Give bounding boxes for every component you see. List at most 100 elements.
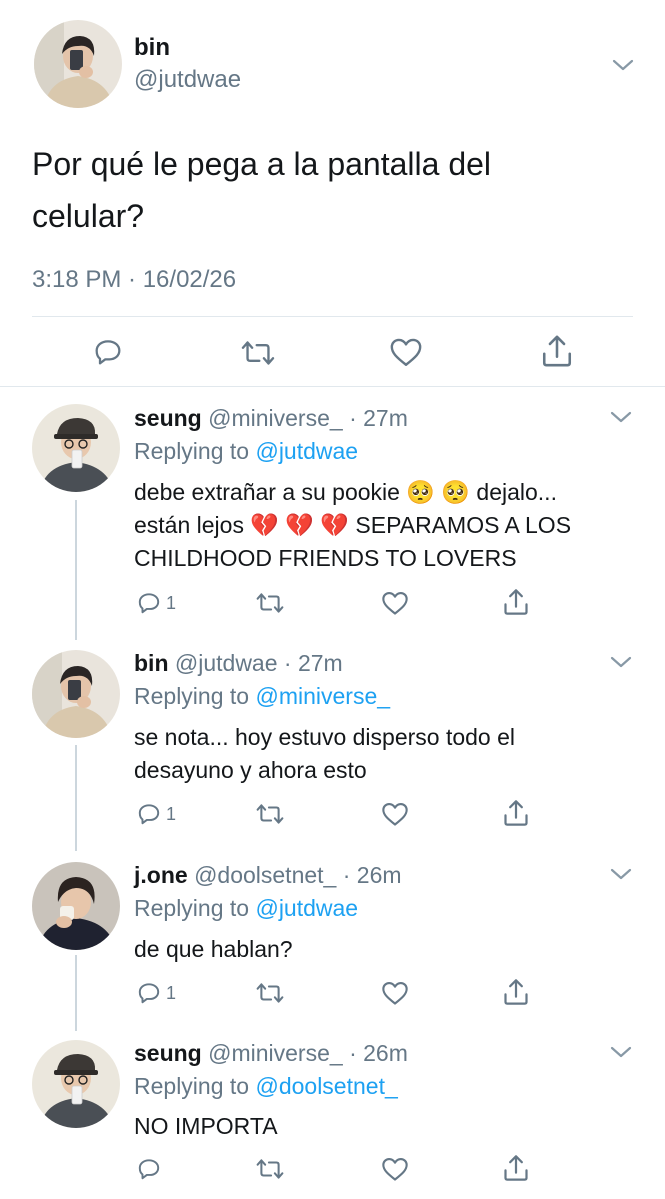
reply-button[interactable]: 1 bbox=[136, 590, 176, 616]
author-handle[interactable]: @jutdwae bbox=[134, 66, 241, 94]
like-button[interactable] bbox=[381, 590, 409, 616]
reply-icon bbox=[138, 1159, 160, 1180]
reply-header: seung @miniverse_ · 26m bbox=[134, 1038, 408, 1068]
share-icon bbox=[504, 589, 528, 615]
reply-time: · 26m bbox=[349, 1040, 408, 1066]
chevron-down-icon[interactable] bbox=[610, 655, 632, 669]
author-name[interactable]: j.one bbox=[134, 862, 188, 888]
divider bbox=[32, 316, 633, 317]
retweet-icon bbox=[256, 804, 284, 824]
replying-to-link[interactable]: @miniverse_ bbox=[255, 683, 390, 709]
reply-text: debe extrañar a su pookie 🥺 🥺 dejalo... … bbox=[134, 476, 634, 575]
like-icon bbox=[382, 982, 408, 1005]
replying-to-label: Replying to bbox=[134, 1073, 250, 1099]
thread-line bbox=[75, 745, 77, 851]
retweet-button[interactable] bbox=[256, 981, 284, 1005]
tweet-timestamp: 3:18 PM · 16/02/26 bbox=[32, 266, 237, 293]
like-icon bbox=[382, 1158, 408, 1181]
retweet-button[interactable] bbox=[241, 338, 275, 368]
like-icon bbox=[382, 803, 408, 826]
reply-text-line: debe extrañar a su pookie 🥺 🥺 dejalo... bbox=[134, 479, 557, 505]
retweet-icon bbox=[256, 983, 284, 1003]
reply-header: bin @jutdwae · 27m bbox=[134, 648, 343, 678]
retweet-icon bbox=[256, 593, 284, 613]
thread-line bbox=[75, 955, 77, 1031]
author-handle[interactable]: @miniverse_ bbox=[208, 1040, 343, 1066]
chevron-down-icon[interactable] bbox=[610, 867, 632, 881]
share-icon bbox=[504, 800, 528, 826]
reply-button[interactable] bbox=[92, 336, 124, 368]
retweet-icon bbox=[241, 341, 275, 365]
like-button[interactable] bbox=[381, 801, 409, 827]
chevron-down-icon[interactable] bbox=[610, 1045, 632, 1059]
author-handle[interactable]: @jutdwae bbox=[175, 650, 278, 676]
reply-icon bbox=[138, 593, 160, 614]
share-icon bbox=[504, 1155, 528, 1181]
replying-to-link[interactable]: @jutdwae bbox=[255, 438, 358, 464]
reply-text-line: están lejos 💔 💔 💔 SEPARAMOS A LOS bbox=[134, 512, 572, 538]
share-button[interactable] bbox=[503, 588, 529, 616]
reply-text-line: NO IMPORTA bbox=[134, 1113, 278, 1139]
reply-text-line: se nota... hoy estuvo disperso todo el bbox=[134, 724, 516, 750]
replying-to: Replying to @jutdwae bbox=[134, 893, 358, 923]
reply-time: · 26m bbox=[342, 862, 402, 888]
share-button[interactable] bbox=[541, 334, 573, 368]
reply-count: 1 bbox=[166, 592, 177, 613]
retweet-button[interactable] bbox=[256, 802, 284, 826]
thread-line bbox=[75, 500, 77, 640]
share-button[interactable] bbox=[503, 799, 529, 827]
reply-icon bbox=[95, 340, 121, 365]
retweet-icon bbox=[256, 1159, 284, 1179]
replying-to-label: Replying to bbox=[134, 895, 250, 921]
reply-time: · 27m bbox=[283, 650, 343, 676]
like-icon bbox=[382, 592, 408, 615]
replying-to-link[interactable]: @jutdwae bbox=[255, 895, 358, 921]
avatar[interactable] bbox=[32, 650, 120, 738]
reply-button[interactable]: 1 bbox=[136, 801, 176, 827]
author-name[interactable]: seung bbox=[134, 1040, 202, 1066]
reply-count: 1 bbox=[166, 982, 177, 1003]
chevron-down-icon[interactable] bbox=[610, 410, 632, 424]
reply-text-line: de que hablan? bbox=[134, 936, 293, 962]
reply-text: NO IMPORTA bbox=[134, 1110, 634, 1143]
reply-text: de que hablan? bbox=[134, 933, 634, 966]
reply-text: se nota... hoy estuvo disperso todo el d… bbox=[134, 721, 634, 787]
reply-button[interactable] bbox=[136, 1156, 166, 1182]
avatar[interactable] bbox=[34, 20, 122, 108]
like-button[interactable] bbox=[381, 1156, 409, 1182]
retweet-button[interactable] bbox=[256, 1157, 284, 1181]
like-icon bbox=[390, 338, 422, 366]
reply-text-line: desayuno y ahora esto bbox=[134, 757, 367, 783]
avatar[interactable] bbox=[32, 862, 120, 950]
replying-to-label: Replying to bbox=[134, 438, 250, 464]
author-name[interactable]: seung bbox=[134, 405, 202, 431]
like-button[interactable] bbox=[389, 336, 423, 368]
author-handle[interactable]: @doolsetnet_ bbox=[194, 862, 336, 888]
reply-count: 1 bbox=[166, 803, 177, 824]
reply-time: · 27m bbox=[349, 405, 408, 431]
share-icon bbox=[542, 335, 572, 367]
replying-to: Replying to @miniverse_ bbox=[134, 681, 390, 711]
reply-header: seung @miniverse_ · 27m bbox=[134, 403, 408, 433]
share-icon bbox=[504, 979, 528, 1005]
reply-button[interactable]: 1 bbox=[136, 980, 176, 1006]
avatar[interactable] bbox=[32, 404, 120, 492]
tweet-text: Por qué le pega a la pantalla del celula… bbox=[32, 146, 492, 234]
author-name[interactable]: bin bbox=[134, 34, 170, 62]
share-button[interactable] bbox=[503, 978, 529, 1006]
author-handle[interactable]: @miniverse_ bbox=[208, 405, 343, 431]
reply-text-line: CHILDHOOD FRIENDS TO LOVERS bbox=[134, 545, 517, 571]
avatar[interactable] bbox=[32, 1040, 120, 1128]
reply-header: j.one @doolsetnet_ · 26m bbox=[134, 860, 402, 890]
retweet-button[interactable] bbox=[256, 591, 284, 615]
reply-icon bbox=[138, 804, 160, 825]
chevron-down-icon[interactable] bbox=[612, 58, 634, 72]
replying-to-link[interactable]: @doolsetnet_ bbox=[255, 1073, 397, 1099]
author-name[interactable]: bin bbox=[134, 650, 169, 676]
replying-to: Replying to @doolsetnet_ bbox=[134, 1071, 398, 1101]
replying-to: Replying to @jutdwae bbox=[134, 436, 358, 466]
reply-icon bbox=[138, 983, 160, 1004]
like-button[interactable] bbox=[381, 980, 409, 1006]
replying-to-label: Replying to bbox=[134, 683, 250, 709]
share-button[interactable] bbox=[503, 1154, 529, 1182]
